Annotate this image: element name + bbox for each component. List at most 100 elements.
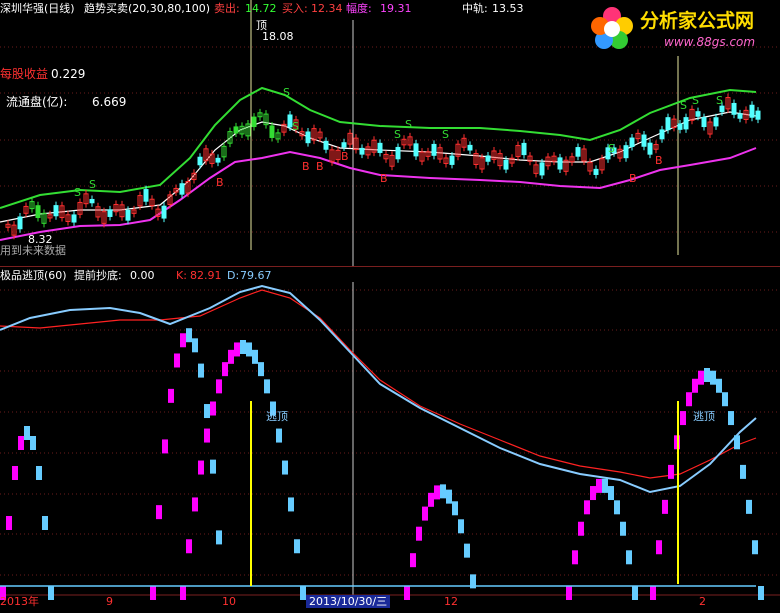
step-bar bbox=[162, 439, 168, 590]
step-bar bbox=[174, 353, 180, 590]
step-bar bbox=[222, 362, 228, 590]
amplitude-value: 19.31 bbox=[380, 2, 412, 15]
candle-body bbox=[755, 110, 761, 120]
candle-body bbox=[701, 117, 707, 128]
float-shares-value: 6.669 bbox=[92, 95, 127, 109]
float-shares-label: 流通盘(亿): bbox=[6, 95, 68, 109]
step-bar bbox=[590, 486, 596, 590]
panel-separator[interactable] bbox=[0, 266, 780, 267]
candle-body bbox=[269, 125, 275, 138]
candle-body bbox=[215, 157, 221, 163]
step-bar bbox=[30, 436, 36, 590]
axis-year: 2013年 bbox=[0, 595, 39, 608]
candle-body bbox=[647, 142, 653, 155]
step-bar bbox=[668, 465, 674, 590]
candle-body bbox=[629, 137, 635, 147]
candle-body bbox=[377, 142, 383, 153]
step-bar bbox=[734, 435, 740, 590]
buy-signal: B bbox=[216, 176, 224, 189]
chart-window[interactable]: 深圳华强(日线) 趋势买卖(20,30,80,100) 卖出: 14.72 买入… bbox=[0, 0, 780, 613]
k-label: K: bbox=[176, 269, 187, 282]
sell-signal: S bbox=[292, 120, 299, 133]
indicator-chart[interactable] bbox=[0, 268, 780, 608]
candle-body bbox=[485, 155, 491, 162]
sell-signal: S bbox=[394, 128, 401, 141]
candle-body bbox=[125, 209, 131, 221]
sell-value: 14.72 bbox=[245, 2, 277, 15]
step-bar bbox=[12, 466, 18, 590]
early-bottom-value: 0.00 bbox=[130, 269, 155, 282]
step-bar bbox=[198, 364, 204, 590]
mid-band-label: 中轨: bbox=[462, 2, 488, 15]
buy-label: 买入: bbox=[282, 2, 308, 15]
step-bar bbox=[434, 485, 440, 590]
candle-body bbox=[35, 205, 41, 219]
low-price-mark: 8.32 bbox=[28, 233, 53, 246]
step-bar bbox=[168, 389, 174, 590]
sell-signal: S bbox=[442, 128, 449, 141]
sell-signal: S bbox=[405, 118, 412, 131]
candle-body bbox=[683, 117, 689, 130]
stock-name: 深圳华强(日线) bbox=[0, 2, 75, 15]
high-tag: 顶 bbox=[256, 19, 267, 32]
candle-body bbox=[53, 205, 59, 217]
step-bar bbox=[258, 362, 264, 590]
step-bar bbox=[270, 402, 276, 591]
buy-signal: B bbox=[380, 172, 388, 185]
candle-body bbox=[305, 131, 311, 144]
step-bar bbox=[192, 338, 198, 590]
sell-label: 卖出: bbox=[214, 2, 240, 15]
escape-top-label: 逃顶 bbox=[693, 410, 715, 423]
eps-value: 0.229 bbox=[51, 67, 86, 81]
sell-signal: S bbox=[680, 99, 687, 112]
step-bar bbox=[252, 350, 258, 590]
candle-body bbox=[395, 146, 401, 160]
candle-body bbox=[341, 142, 347, 148]
step-bar bbox=[608, 486, 614, 590]
step-bar bbox=[686, 392, 692, 590]
step-bar bbox=[180, 333, 186, 590]
candle-body bbox=[521, 142, 527, 156]
axis-month-2: 2 bbox=[699, 595, 706, 608]
candle-body bbox=[161, 205, 167, 219]
step-bar bbox=[198, 461, 204, 590]
logo-title: 分析家公式网 bbox=[640, 10, 755, 32]
candle-body bbox=[449, 155, 455, 165]
candle-body bbox=[503, 159, 509, 170]
candle-body bbox=[467, 144, 473, 151]
candle-body bbox=[431, 143, 437, 156]
step-bar bbox=[228, 350, 234, 590]
candle-body bbox=[749, 104, 755, 118]
bottom-indicator-name: 极品逃顶(60) bbox=[0, 269, 67, 282]
logo-url: www.88gs.com bbox=[664, 35, 756, 49]
buy-signal: B bbox=[655, 154, 663, 167]
candle-body bbox=[623, 145, 629, 159]
candle-body bbox=[179, 183, 185, 195]
candle-body bbox=[89, 198, 95, 204]
axis-month-9: 9 bbox=[106, 595, 113, 608]
candle-body bbox=[737, 113, 743, 119]
indicator-name: 趋势买卖(20,30,80,100) bbox=[84, 2, 211, 15]
step-bar bbox=[210, 460, 216, 590]
sell-signal: S bbox=[89, 178, 96, 191]
step-bar bbox=[18, 436, 24, 590]
k-line bbox=[0, 289, 757, 479]
buy-value: 12.34 bbox=[311, 2, 343, 15]
buy-signal: B bbox=[302, 160, 310, 173]
candle-body bbox=[143, 189, 149, 202]
site-logo: 分析家公式网 www.88gs.com bbox=[588, 4, 778, 52]
amplitude-label: 幅度: bbox=[346, 2, 372, 15]
buy-signal: B bbox=[629, 172, 637, 185]
sell-signal: S bbox=[283, 86, 290, 99]
step-bar bbox=[740, 465, 746, 590]
candle-body bbox=[665, 117, 671, 131]
cursor-date-box: 2013/10/30/三 bbox=[306, 595, 391, 608]
sell-signal: S bbox=[608, 142, 615, 155]
candle-body bbox=[413, 143, 419, 157]
step-bar bbox=[210, 402, 216, 591]
candle-body bbox=[677, 123, 683, 130]
buy-signal: B bbox=[316, 160, 324, 173]
candle-body bbox=[713, 117, 719, 127]
k-value: 82.91 bbox=[190, 269, 222, 282]
sell-signal: S bbox=[74, 186, 81, 199]
